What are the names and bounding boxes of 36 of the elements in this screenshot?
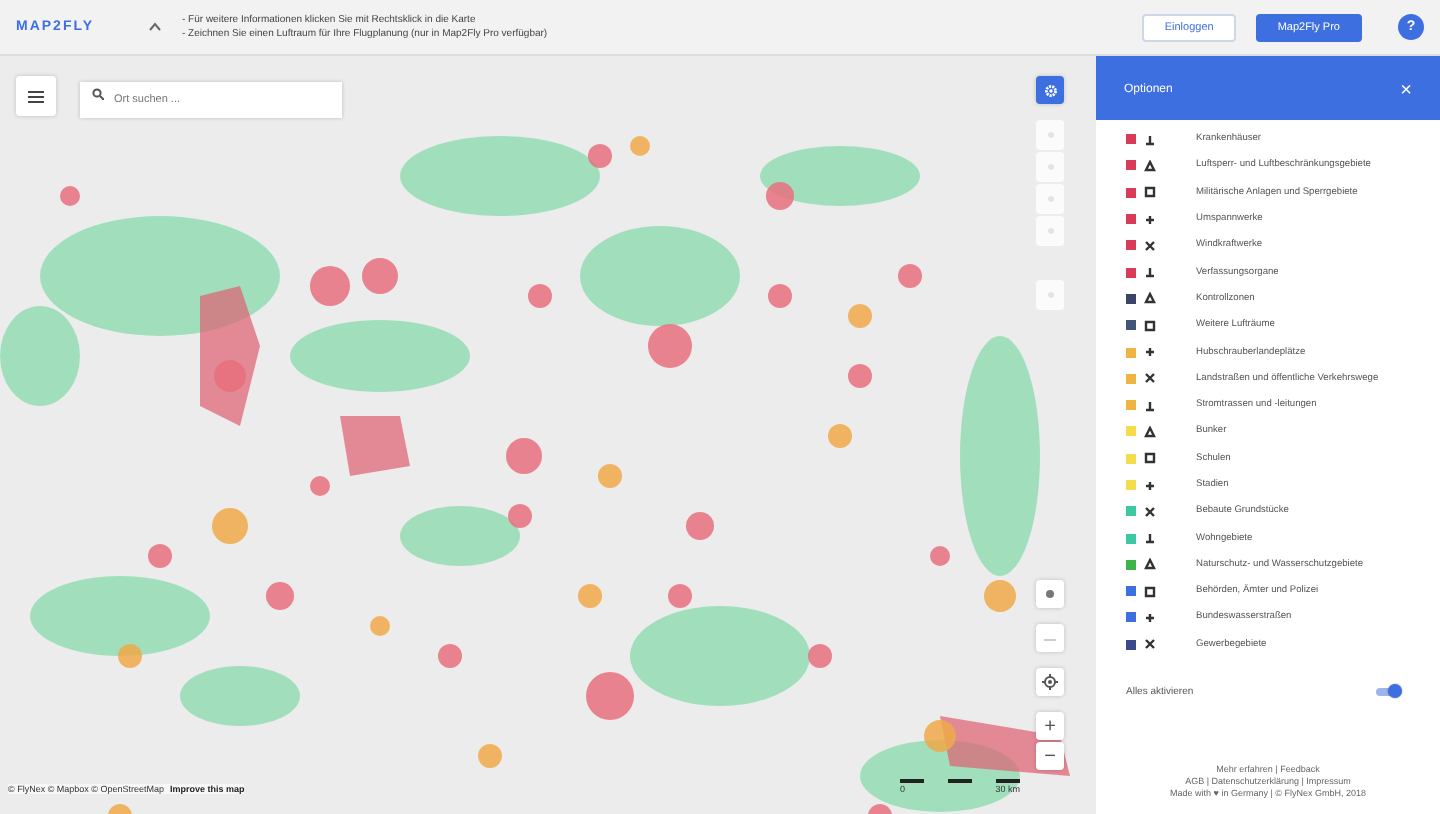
locate-icon — [1042, 674, 1058, 690]
layer-icon — [1144, 159, 1156, 172]
menu-icon — [28, 89, 44, 103]
settings-button[interactable] — [1036, 76, 1064, 104]
map-style-button[interactable] — [1036, 624, 1064, 652]
layer-icon — [1144, 133, 1156, 146]
activate-all-toggle[interactable] — [1376, 687, 1400, 696]
layer-icon — [1144, 452, 1156, 465]
layer-icon — [1144, 611, 1156, 624]
layer-icon — [1144, 213, 1156, 226]
close-button[interactable]: × — [1400, 79, 1412, 101]
settings-icon — [1043, 83, 1057, 97]
layers-button[interactable] — [1036, 580, 1064, 608]
layer-icon — [1144, 186, 1156, 199]
layer-icon — [1144, 319, 1156, 332]
layer-icon — [1144, 479, 1156, 491]
zoom-in-button[interactable]: + — [1036, 712, 1064, 740]
locate-button[interactable] — [1036, 668, 1064, 696]
layer-icon — [1144, 239, 1156, 252]
layer-icon — [1144, 532, 1156, 545]
menu-button[interactable] — [16, 76, 56, 116]
search-icon — [92, 88, 104, 100]
layer-icon — [1144, 346, 1156, 359]
layer-icon — [1144, 372, 1156, 385]
layer-icon — [1144, 638, 1156, 651]
dot-icon — [1044, 588, 1056, 600]
caret-icon[interactable] — [148, 22, 162, 32]
layer-icon — [1144, 425, 1156, 438]
layer-icon — [1144, 558, 1156, 571]
layer-icon — [1144, 505, 1156, 518]
zoom-out-button[interactable]: − — [1036, 742, 1064, 770]
scale-bar — [900, 778, 1020, 784]
layer-icon — [1144, 585, 1156, 598]
layer-icon — [1144, 399, 1156, 412]
layer-icon — [1144, 292, 1156, 305]
layer-icon — [1144, 266, 1156, 279]
